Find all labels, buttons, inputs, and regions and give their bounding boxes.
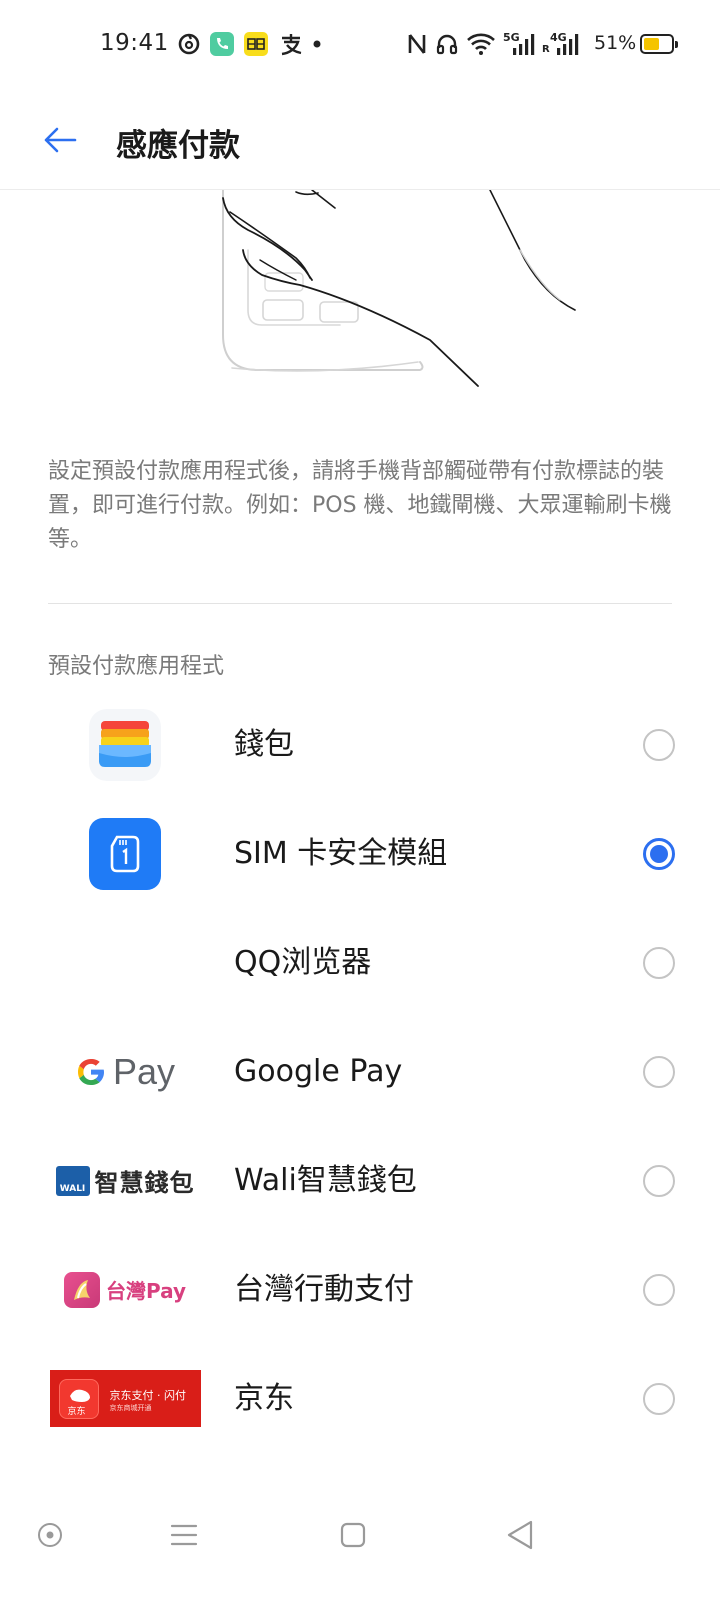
phone-call-icon — [209, 30, 235, 58]
jd-dog-logo-icon: 京东 — [58, 1379, 99, 1419]
nfc-icon — [405, 30, 429, 58]
payment-app-label: SIM 卡安全模組 — [234, 836, 448, 871]
dot-icon — [310, 30, 324, 58]
payment-app-row-sim[interactable]: SIM 卡安全模組 — [0, 798, 720, 909]
payment-app-label: 京东 — [234, 1381, 294, 1416]
radio-button[interactable] — [643, 1056, 675, 1088]
back-button[interactable] — [38, 118, 82, 162]
status-bar: 19:41 5G 4G R 51% — [0, 0, 720, 90]
payment-app-label: QQ浏览器 — [234, 945, 372, 980]
page-title: 感應付款 — [116, 128, 240, 164]
radio-button[interactable] — [643, 838, 675, 870]
wali-logo-text: 智慧錢包 — [94, 1169, 195, 1197]
radio-button[interactable] — [643, 1165, 675, 1197]
menu-lines-icon — [170, 1524, 198, 1546]
taiwan-pay-icon: 台灣Pay — [48, 1234, 202, 1345]
payment-app-list: 錢包 SIM 卡安全模組 QQ浏览器 Pay Google Pay WALI 智… — [0, 689, 720, 1511]
radio-button[interactable] — [643, 1383, 675, 1415]
payment-app-row-wali[interactable]: WALI 智慧錢包 Wali智慧錢包 — [0, 1125, 720, 1236]
back-triangle-icon — [507, 1520, 533, 1550]
section-divider — [48, 603, 672, 604]
home-button[interactable] — [323, 1505, 383, 1565]
radio-button[interactable] — [643, 947, 675, 979]
payment-app-label: 台灣行動支付 — [234, 1272, 414, 1307]
recent-apps-button[interactable] — [154, 1505, 214, 1565]
jd-banner-subtitle: 京东商城开通 — [109, 1404, 152, 1412]
section-header-default-payment-app: 預設付款應用程式 — [48, 654, 225, 679]
jd-pay-banner-icon: 京东 京东支付 · 闪付 京东商城开通 — [48, 1343, 202, 1454]
netease-cloud-music-icon — [176, 30, 202, 58]
battery-percent: 51% — [594, 32, 637, 54]
signal-5g-icon: 5G — [503, 30, 535, 58]
simcard-app-icon — [243, 30, 269, 58]
nfc-description-text: 設定預設付款應用程式後，請將手機背部觸碰帶有付款標誌的裝置，即可進行付款。例如：… — [48, 459, 672, 552]
qq-browser-icon-empty — [48, 907, 202, 1018]
google-pay-logo-text: Pay — [112, 1050, 176, 1092]
google-g-icon — [77, 1058, 104, 1085]
payment-app-row-wallet[interactable]: 錢包 — [0, 689, 720, 800]
wifi-icon — [466, 30, 496, 58]
payment-app-row-google-pay[interactable]: Pay Google Pay — [0, 1016, 720, 1127]
battery-level-fill — [644, 38, 660, 50]
home-square-icon — [340, 1522, 366, 1548]
status-time: 19:41 — [100, 30, 169, 56]
wali-badge: WALI — [55, 1165, 90, 1196]
headset-icon — [434, 30, 460, 58]
assistant-dot-icon — [38, 1523, 62, 1547]
assistant-button[interactable] — [20, 1505, 80, 1565]
wallet-icon — [48, 689, 202, 800]
payment-app-label: Wali智慧錢包 — [234, 1163, 417, 1198]
google-pay-icon: Pay — [48, 1016, 202, 1127]
wali-wallet-icon: WALI 智慧錢包 — [48, 1125, 202, 1236]
battery-icon — [640, 34, 678, 54]
sim-card-icon — [48, 798, 202, 909]
payment-app-row-qq-browser[interactable]: QQ浏览器 — [0, 907, 720, 1018]
radio-button[interactable] — [643, 1274, 675, 1306]
alipay-icon — [278, 30, 304, 58]
payment-app-row-taiwan-pay[interactable]: 台灣Pay 台灣行動支付 — [0, 1234, 720, 1345]
payment-app-row-jd[interactable]: 京东 京东支付 · 闪付 京东商城开通 京东 — [0, 1343, 720, 1454]
nav-back-button[interactable] — [490, 1505, 550, 1565]
hand-tapping-phone-on-pos-illustration — [222, 190, 576, 387]
radio-button[interactable] — [643, 729, 675, 761]
arrow-left-icon — [44, 127, 77, 153]
jd-banner-title: 京东支付 · 闪付 — [109, 1389, 187, 1402]
signal-4g-icon: 4G R — [541, 30, 581, 58]
system-nav-bar — [0, 1480, 720, 1600]
taiwan-pay-logo-text: 台灣Pay — [105, 1279, 187, 1303]
payment-app-label: 錢包 — [234, 727, 294, 762]
app-header: 感應付款 — [0, 90, 720, 190]
payment-app-label: Google Pay — [234, 1054, 403, 1089]
nfc-payment-illustration — [0, 190, 720, 410]
